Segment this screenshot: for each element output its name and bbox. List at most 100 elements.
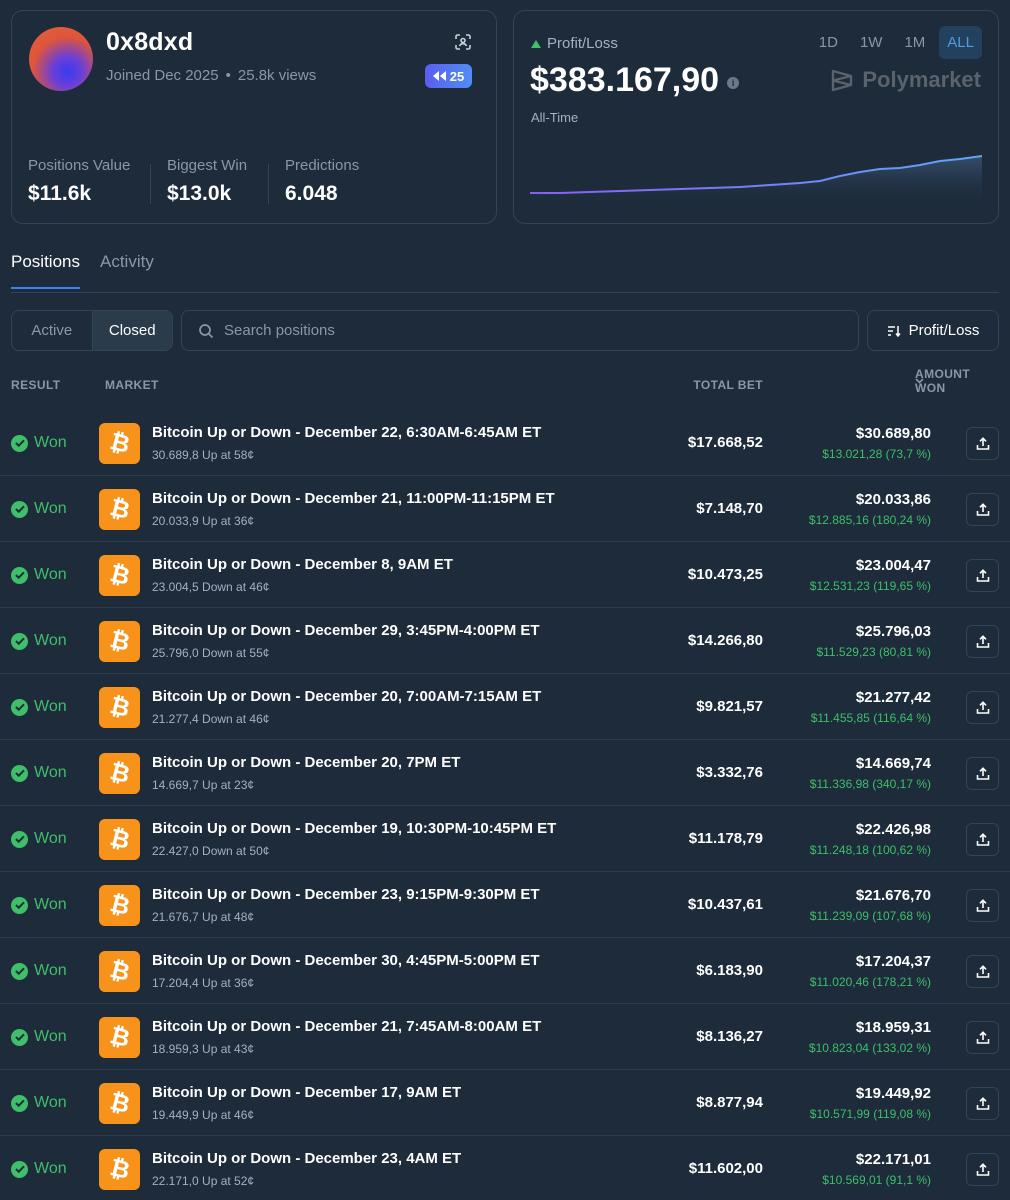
share-icon	[976, 1162, 989, 1176]
profit-gain: $11.455,85 (116,64 %)	[810, 711, 931, 725]
market-title[interactable]: Bitcoin Up or Down - December 20, 7:00AM…	[152, 688, 541, 705]
share-button[interactable]	[966, 493, 999, 526]
check-icon	[11, 962, 28, 980]
check-icon	[11, 1028, 28, 1046]
table-row[interactable]: Won ₿ Bitcoin Up or Down - December 22, …	[0, 410, 1010, 476]
range-1d[interactable]: 1D	[811, 26, 846, 59]
stat-value: $13.0k	[167, 182, 232, 205]
position-detail: 20.033,9 Up at 36¢	[152, 514, 255, 528]
share-button[interactable]	[966, 1021, 999, 1054]
market-title[interactable]: Bitcoin Up or Down - December 19, 10:30P…	[152, 820, 556, 837]
search-input[interactable]	[224, 322, 824, 339]
market-title[interactable]: Bitcoin Up or Down - December 21, 11:00P…	[152, 490, 555, 507]
check-icon	[11, 1160, 28, 1178]
result-status: Won	[11, 1028, 67, 1046]
share-icon	[976, 832, 989, 846]
result-label: Won	[34, 896, 67, 913]
result-status: Won	[11, 500, 67, 518]
share-button[interactable]	[966, 757, 999, 790]
table-row[interactable]: Won ₿ Bitcoin Up or Down - December 29, …	[0, 608, 1010, 674]
sort-button[interactable]: Profit/Loss	[867, 310, 999, 351]
stat-value: 6.048	[285, 182, 338, 205]
filter-active[interactable]: Active	[12, 311, 92, 350]
table-row[interactable]: Won ₿ Bitcoin Up or Down - December 21, …	[0, 1004, 1010, 1070]
table-row[interactable]: Won ₿ Bitcoin Up or Down - December 20, …	[0, 674, 1010, 740]
market-title[interactable]: Bitcoin Up or Down - December 23, 9:15PM…	[152, 886, 540, 903]
share-button[interactable]	[966, 559, 999, 592]
range-1m[interactable]: 1M	[896, 26, 933, 59]
profit-gain: $11.336,98 (340,17 %)	[809, 777, 931, 791]
check-icon	[11, 566, 28, 584]
position-detail: 30.689,8 Up at 58¢	[152, 448, 255, 462]
rewind-icon	[432, 71, 446, 81]
position-detail: 23.004,5 Down at 46¢	[152, 580, 270, 594]
table-row[interactable]: Won ₿ Bitcoin Up or Down - December 30, …	[0, 938, 1010, 1004]
market-title[interactable]: Bitcoin Up or Down - December 21, 7:45AM…	[152, 1018, 541, 1035]
share-button[interactable]	[966, 691, 999, 724]
bitcoin-icon: ₿	[99, 1083, 140, 1124]
table-row[interactable]: Won ₿ Bitcoin Up or Down - December 23, …	[0, 1136, 1010, 1200]
market-title[interactable]: Bitcoin Up or Down - December 17, 9AM ET	[152, 1084, 461, 1101]
result-status: Won	[11, 1160, 67, 1178]
tab-positions[interactable]: Positions	[11, 252, 80, 289]
share-button[interactable]	[966, 1153, 999, 1186]
profit-gain: $10.569,01 (91,1 %)	[822, 1173, 931, 1187]
market-title[interactable]: Bitcoin Up or Down - December 23, 4AM ET	[152, 1150, 461, 1167]
share-button[interactable]	[966, 823, 999, 856]
pnl-total: $383.167,90 i	[530, 61, 740, 100]
stat-label: Positions Value	[28, 157, 131, 174]
table-row[interactable]: Won ₿ Bitcoin Up or Down - December 23, …	[0, 872, 1010, 938]
range-1w[interactable]: 1W	[852, 26, 891, 59]
table-row[interactable]: Won ₿ Bitcoin Up or Down - December 17, …	[0, 1070, 1010, 1136]
market-title[interactable]: Bitcoin Up or Down - December 29, 3:45PM…	[152, 622, 540, 639]
result-status: Won	[11, 896, 67, 914]
result-label: Won	[34, 830, 67, 847]
table-row[interactable]: Won ₿ Bitcoin Up or Down - December 19, …	[0, 806, 1010, 872]
position-detail: 22.427,0 Down at 50¢	[152, 844, 270, 858]
filter-closed[interactable]: Closed	[91, 311, 172, 350]
table-row[interactable]: Won ₿ Bitcoin Up or Down - December 21, …	[0, 476, 1010, 542]
col-amount-won[interactable]: AMOUNT WON	[915, 367, 970, 395]
total-bet: $10.437,61	[687, 896, 763, 913]
up-triangle-icon	[531, 39, 541, 48]
stat-divider	[150, 164, 151, 204]
avatar[interactable]	[29, 27, 93, 91]
bitcoin-icon: ₿	[99, 885, 140, 926]
range-all[interactable]: ALL	[939, 26, 982, 59]
share-icon	[976, 502, 989, 516]
result-label: Won	[34, 1028, 67, 1045]
table-row[interactable]: Won ₿ Bitcoin Up or Down - December 20, …	[0, 740, 1010, 806]
scan-icon[interactable]	[454, 33, 472, 51]
rewind-badge[interactable]: 25	[425, 64, 472, 88]
market-title[interactable]: Bitcoin Up or Down - December 20, 7PM ET	[152, 754, 460, 771]
position-status-toggle: Active Closed	[11, 310, 173, 351]
result-status: Won	[11, 830, 67, 848]
share-button[interactable]	[966, 625, 999, 658]
col-total-bet[interactable]: TOTAL BET	[693, 378, 763, 392]
stat-predictions: Predictions 6.048	[285, 157, 359, 206]
info-icon[interactable]: i	[727, 76, 740, 89]
amount-won: $21.676,70	[855, 887, 931, 904]
username: 0x8dxd	[106, 28, 194, 56]
market-title[interactable]: Bitcoin Up or Down - December 30, 4:45PM…	[152, 952, 540, 969]
total-bet: $8.877,94	[696, 1094, 763, 1111]
profit-gain: $11.529,23 (80,81 %)	[816, 645, 931, 659]
position-detail: 17.204,4 Up at 36¢	[152, 976, 255, 990]
share-button[interactable]	[966, 1087, 999, 1120]
joined-date: Joined Dec 2025	[106, 67, 219, 84]
search-icon	[199, 323, 214, 338]
tab-activity[interactable]: Activity	[100, 252, 154, 289]
share-icon	[976, 1030, 989, 1044]
share-button[interactable]	[966, 889, 999, 922]
share-button[interactable]	[966, 427, 999, 460]
bitcoin-icon: ₿	[99, 687, 140, 728]
check-icon	[11, 896, 28, 914]
sort-label: Profit/Loss	[908, 322, 980, 339]
share-button[interactable]	[966, 955, 999, 988]
check-icon	[11, 698, 28, 716]
market-title[interactable]: Bitcoin Up or Down - December 8, 9AM ET	[152, 556, 453, 573]
table-row[interactable]: Won ₿ Bitcoin Up or Down - December 8, 9…	[0, 542, 1010, 608]
tabs-divider	[11, 292, 999, 293]
market-title[interactable]: Bitcoin Up or Down - December 22, 6:30AM…	[152, 424, 541, 441]
result-status: Won	[11, 632, 67, 650]
